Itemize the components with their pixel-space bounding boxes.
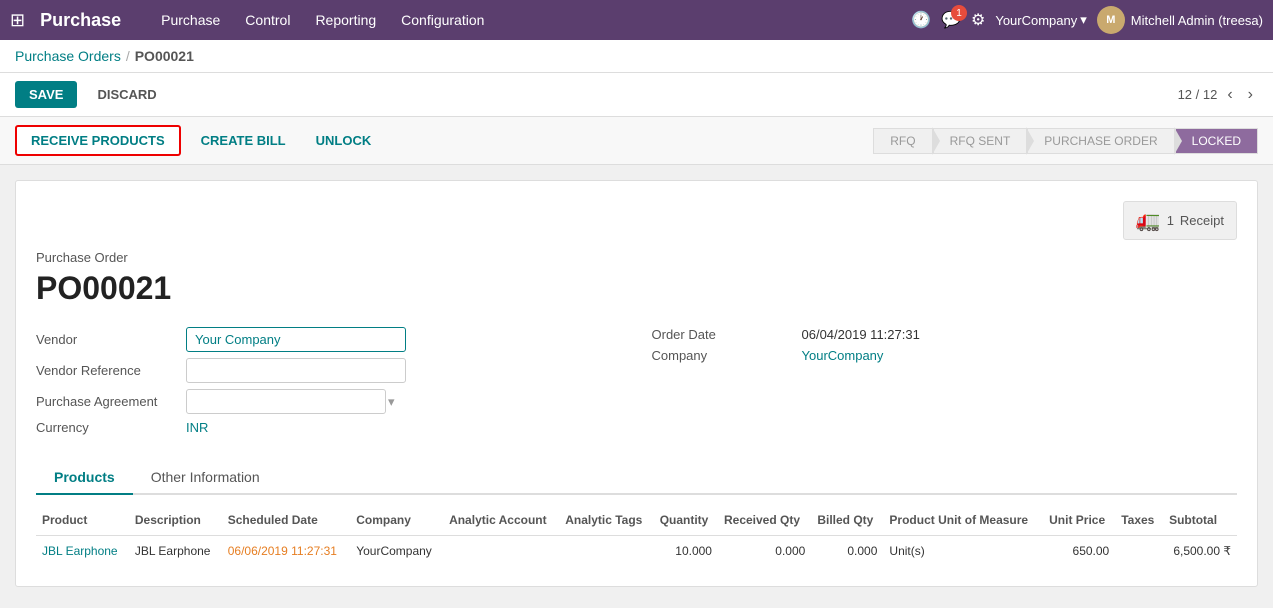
vendor-label: Vendor: [36, 332, 176, 347]
nav-control[interactable]: Control: [235, 7, 300, 33]
col-header-quantity: Quantity: [654, 505, 718, 536]
cell-scheduled-date: 06/06/2019 11:27:31: [222, 536, 350, 567]
tabs: Products Other Information: [36, 461, 1237, 495]
notification-badge: 1: [951, 5, 967, 21]
settings-icon[interactable]: ⚙: [971, 10, 985, 30]
receipt-count: 1: [1167, 213, 1174, 228]
company-label: Company: [652, 348, 792, 363]
purchase-agreement-row: Purchase Agreement ▾: [36, 389, 622, 414]
company-selector[interactable]: YourCompany ▾: [995, 12, 1086, 28]
top-nav: Purchase Control Reporting Configuration: [151, 7, 901, 33]
tab-products[interactable]: Products: [36, 461, 133, 495]
col-header-uom: Product Unit of Measure: [883, 505, 1043, 536]
company-row: Company YourCompany: [652, 348, 1238, 363]
col-header-taxes: Taxes: [1115, 505, 1163, 536]
content-card: 🚛 1 Receipt Purchase Order PO00021 Vendo…: [15, 180, 1258, 587]
order-date-label: Order Date: [652, 327, 792, 342]
cell-company: YourCompany: [350, 536, 443, 567]
workflow-bar: RECEIVE PRODUCTS CREATE BILL UNLOCK RFQ …: [0, 117, 1273, 165]
pagination: 12 / 12 ‹ ›: [1178, 84, 1258, 106]
vendor-input[interactable]: [186, 327, 406, 352]
breadcrumb-separator: /: [126, 48, 130, 64]
next-record-button[interactable]: ›: [1243, 84, 1258, 106]
breadcrumb-current: PO00021: [135, 48, 194, 64]
currency-row: Currency INR: [36, 420, 622, 435]
company-name: YourCompany: [995, 13, 1077, 28]
discard-button[interactable]: DISCARD: [87, 81, 166, 108]
purchase-agreement-input[interactable]: [186, 389, 386, 414]
currency-value[interactable]: INR: [186, 420, 208, 435]
company-dropdown-icon: ▾: [1080, 12, 1087, 28]
cell-received-qty: 0.000: [718, 536, 811, 567]
create-bill-button[interactable]: CREATE BILL: [191, 127, 296, 154]
username: Mitchell Admin (treesa): [1131, 13, 1263, 28]
nav-purchase[interactable]: Purchase: [151, 7, 230, 33]
tab-other-information[interactable]: Other Information: [133, 461, 278, 495]
pagination-info: 12 / 12: [1178, 87, 1218, 102]
truck-icon: 🚛: [1136, 208, 1161, 233]
receipt-label: Receipt: [1180, 213, 1224, 228]
breadcrumb-parent[interactable]: Purchase Orders: [15, 48, 121, 64]
step-purchase-order: PURCHASE ORDER: [1027, 128, 1174, 154]
topbar: ⊞ Purchase Purchase Control Reporting Co…: [0, 0, 1273, 40]
col-header-company: Company: [350, 505, 443, 536]
clock-icon[interactable]: 🕐: [911, 10, 931, 30]
po-label: Purchase Order: [36, 250, 1237, 265]
main-content: 🚛 1 Receipt Purchase Order PO00021 Vendo…: [0, 165, 1273, 602]
cell-description: JBL Earphone: [129, 536, 222, 567]
cell-analytic-account: [443, 536, 559, 567]
col-header-description: Description: [129, 505, 222, 536]
receive-products-button[interactable]: RECEIVE PRODUCTS: [15, 125, 181, 156]
save-button[interactable]: SAVE: [15, 81, 77, 108]
purchase-agreement-label: Purchase Agreement: [36, 394, 176, 409]
cell-taxes: [1115, 536, 1163, 567]
action-bar: SAVE DISCARD 12 / 12 ‹ ›: [0, 73, 1273, 117]
step-rfq: RFQ: [873, 128, 932, 154]
order-date-value: 06/04/2019 11:27:31: [802, 327, 920, 342]
form-fields: Vendor Vendor Reference Purchase Agreeme…: [36, 327, 1237, 441]
col-header-scheduled-date: Scheduled Date: [222, 505, 350, 536]
step-locked: LOCKED: [1175, 128, 1258, 154]
grid-icon[interactable]: ⊞: [10, 10, 25, 31]
cell-billed-qty: 0.000: [811, 536, 883, 567]
vendor-row: Vendor: [36, 327, 622, 352]
col-header-unit-price: Unit Price: [1043, 505, 1115, 536]
purchase-agreement-dropdown-icon[interactable]: ▾: [388, 394, 395, 410]
cell-analytic-tags: [559, 536, 653, 567]
topbar-right: 🕐 💬 1 ⚙ YourCompany ▾ M Mitchell Admin (…: [911, 6, 1263, 34]
currency-label: Currency: [36, 420, 176, 435]
nav-configuration[interactable]: Configuration: [391, 7, 494, 33]
cell-subtotal: 6,500.00 ₹: [1163, 536, 1237, 567]
avatar: M: [1097, 6, 1125, 34]
col-header-subtotal: Subtotal: [1163, 505, 1237, 536]
app-title: Purchase: [40, 10, 121, 31]
table-row[interactable]: JBL Earphone JBL Earphone 06/06/2019 11:…: [36, 536, 1237, 567]
vendor-ref-row: Vendor Reference: [36, 358, 622, 383]
order-date-row: Order Date 06/04/2019 11:27:31: [652, 327, 1238, 342]
step-rfq-sent: RFQ SENT: [933, 128, 1028, 154]
vendor-ref-label: Vendor Reference: [36, 363, 176, 378]
messages-icon[interactable]: 💬 1: [941, 10, 961, 30]
breadcrumb: Purchase Orders / PO00021: [0, 40, 1273, 73]
vendor-ref-input[interactable]: [186, 358, 406, 383]
col-header-product: Product: [36, 505, 129, 536]
col-header-analytic-account: Analytic Account: [443, 505, 559, 536]
workflow-steps: RFQ RFQ SENT PURCHASE ORDER LOCKED: [873, 128, 1258, 154]
user-menu[interactable]: M Mitchell Admin (treesa): [1097, 6, 1263, 34]
cell-product: JBL Earphone: [36, 536, 129, 567]
nav-reporting[interactable]: Reporting: [305, 7, 386, 33]
col-header-analytic-tags: Analytic Tags: [559, 505, 653, 536]
unlock-button[interactable]: UNLOCK: [306, 127, 382, 154]
cell-unit-price: 650.00: [1043, 536, 1115, 567]
po-number: PO00021: [36, 270, 1237, 307]
prev-record-button[interactable]: ‹: [1222, 84, 1237, 106]
col-header-billed-qty: Billed Qty: [811, 505, 883, 536]
products-table: Product Description Scheduled Date Compa…: [36, 505, 1237, 566]
col-header-received-qty: Received Qty: [718, 505, 811, 536]
cell-uom: Unit(s): [883, 536, 1043, 567]
cell-quantity: 10.000: [654, 536, 718, 567]
company-value[interactable]: YourCompany: [802, 348, 884, 363]
receipt-badge[interactable]: 🚛 1 Receipt: [1123, 201, 1237, 240]
